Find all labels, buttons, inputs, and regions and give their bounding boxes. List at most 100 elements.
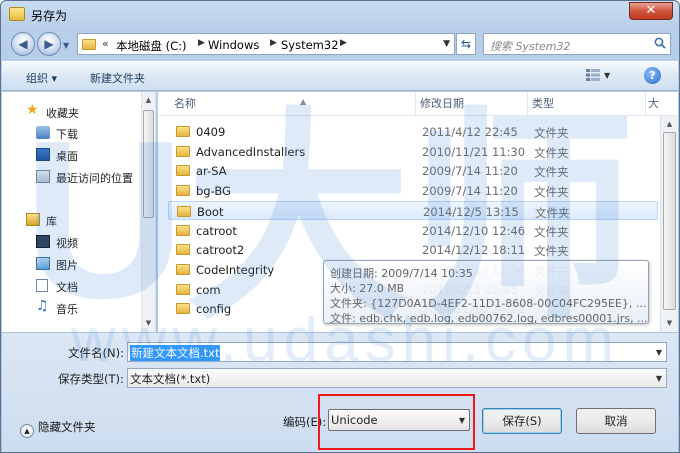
command-toolbar: 组织 ▾ 新建文件夹 ▼ ? (2, 61, 678, 91)
file-row[interactable]: catroot 2014/12/10 12:46 文件夹 (168, 221, 658, 240)
file-type: 文件夹 (534, 224, 569, 239)
help-button[interactable]: ? (644, 67, 661, 84)
title-bar[interactable]: 另存为 ✕ (1, 1, 679, 29)
folder-icon (176, 145, 190, 157)
file-row[interactable]: ar-SA 2009/7/14 11:20 文件夹 (168, 161, 658, 180)
file-date: 2014/12/5 13:15 (423, 204, 519, 219)
tooltip-size: 大小: 27.0 MB (330, 282, 405, 295)
file-row[interactable]: 0409 2011/4/12 22:45 文件夹 (168, 122, 658, 141)
file-name: Boot (197, 204, 224, 219)
file-date: 2010/11/21 11:30 (422, 144, 526, 159)
scroll-down-icon[interactable]: ▼ (142, 316, 155, 330)
address-dropdown-icon[interactable]: ▼ (443, 39, 450, 49)
nav-downloads[interactable]: 下载 (2, 123, 140, 143)
scroll-up-icon[interactable]: ▲ (142, 93, 155, 107)
file-row[interactable]: bg-BG 2009/7/14 11:20 文件夹 (168, 181, 658, 200)
documents-icon (36, 279, 48, 292)
file-type: 文件夹 (535, 205, 570, 220)
file-type: 文件夹 (534, 244, 569, 259)
file-name: catroot2 (196, 243, 245, 258)
views-dropdown-icon[interactable]: ▼ (604, 71, 610, 80)
back-button[interactable]: ◀ (11, 32, 35, 56)
file-date: 2014/12/12 18:11 (422, 243, 526, 258)
column-header-type[interactable]: 类型 (528, 92, 646, 116)
nav-music[interactable]: ♫ 音乐 (2, 298, 140, 318)
file-name: com (196, 282, 221, 297)
organize-menu[interactable]: 组织 ▾ (26, 70, 57, 86)
filename-input[interactable]: 新建文本文档.txt ▼ (127, 342, 667, 362)
column-header-name[interactable]: ▲ 名称 (170, 92, 416, 116)
folder-icon (176, 263, 190, 275)
file-date: 2011/4/12 22:45 (422, 125, 518, 139)
search-icon[interactable] (654, 37, 666, 49)
cancel-button[interactable]: 取消 (576, 408, 656, 434)
refresh-icon: ⇆ (460, 37, 472, 51)
address-bar[interactable]: « 本地磁盘 (C:) ▶ Windows ▶ System32 ▶ ▼ (77, 33, 455, 55)
nav-scrollbar[interactable]: ▲ ▼ (141, 92, 155, 332)
chevron-down-icon[interactable]: ▼ (656, 348, 662, 357)
nav-documents[interactable]: 文档 (2, 276, 140, 296)
breadcrumb-windows[interactable]: Windows (208, 38, 259, 52)
savetype-select[interactable]: 文本文档(*.txt) ▼ (127, 368, 667, 388)
new-folder-button[interactable]: 新建文件夹 (90, 70, 145, 86)
breadcrumb-separator-icon[interactable]: ▶ (198, 38, 205, 48)
pictures-icon (36, 257, 50, 270)
hide-folders-toggle[interactable]: ▲ 隐藏文件夹 (20, 419, 96, 438)
nav-recent-places[interactable]: 最近访问的位置 (2, 167, 142, 187)
address-row: ◀ ▶ ▼ « 本地磁盘 (C:) ▶ Windows ▶ System32 ▶… (1, 29, 679, 61)
close-button[interactable]: ✕ (629, 2, 673, 20)
nav-favorites[interactable]: ★ 收藏夹 (2, 102, 140, 122)
breadcrumb-separator-icon[interactable]: ▶ (340, 38, 347, 48)
file-name: ar-SA (196, 164, 227, 179)
filename-value: 新建文本文档.txt (130, 345, 221, 361)
file-type: 文件夹 (534, 165, 569, 180)
scroll-down-icon[interactable]: ▼ (661, 316, 678, 330)
savetype-label: 保存类型(T): (58, 372, 124, 386)
chevron-down-icon[interactable]: ▼ (656, 374, 662, 383)
nav-videos[interactable]: 视频 (2, 232, 140, 252)
history-dropdown-icon[interactable]: ▼ (63, 41, 69, 50)
sort-arrow-icon: ▲ (300, 97, 307, 106)
file-type: 文件夹 (534, 145, 569, 160)
folder-icon (176, 165, 190, 177)
file-name: bg-BG (196, 184, 231, 199)
scroll-up-icon[interactable]: ▲ (661, 117, 678, 131)
file-row[interactable]: AdvancedInstallers 2010/11/21 11:30 文件夹 (168, 142, 658, 161)
encoding-highlight-box (318, 394, 475, 450)
breadcrumb-system32[interactable]: System32 (281, 38, 339, 52)
save-button[interactable]: 保存(S) (482, 408, 562, 434)
file-name: catroot (196, 223, 237, 238)
nav-libraries[interactable]: 库 (2, 210, 140, 230)
breadcrumb-overflow[interactable]: « (102, 37, 109, 50)
download-icon (36, 126, 50, 139)
search-input[interactable]: 搜索 System32 (483, 33, 671, 55)
column-header-size[interactable]: 大 (646, 92, 660, 116)
recent-places-icon (36, 170, 50, 183)
nav-pictures[interactable]: 图片 (2, 254, 140, 274)
file-name: config (196, 302, 232, 317)
forward-button[interactable]: ▶ (37, 32, 61, 56)
desktop-icon (36, 148, 50, 161)
arrow-left-icon: ◀ (18, 37, 28, 51)
nav-scrollbar-thumb[interactable] (143, 110, 154, 218)
column-header-date[interactable]: 修改日期 (416, 92, 528, 116)
views-icon[interactable] (586, 69, 600, 81)
library-icon (26, 213, 40, 226)
folder-icon (176, 185, 190, 197)
music-icon: ♫ (36, 298, 49, 314)
video-icon (36, 235, 50, 248)
folder-icon (176, 224, 190, 236)
breadcrumb-separator-icon[interactable]: ▶ (270, 38, 277, 48)
file-row[interactable]: catroot2 2014/12/12 18:11 文件夹 (168, 240, 658, 259)
file-list-scrollbar[interactable]: ▲ ▼ (660, 116, 678, 332)
nav-desktop[interactable]: 桌面 (2, 145, 140, 165)
navigation-pane: ★ 收藏夹 下载 桌面 最近访问的位置 库 视频 图片 文档 ♫ 音乐 ▲ ▼ (2, 92, 156, 332)
file-date: 2009/7/14 11:20 (422, 184, 518, 199)
file-list-scrollbar-thumb[interactable] (663, 132, 676, 310)
file-row[interactable]: Boot 2014/12/5 13:15 文件夹 (168, 200, 658, 220)
folder-icon (176, 244, 190, 256)
breadcrumb-local-disk[interactable]: 本地磁盘 (C:) (116, 38, 187, 54)
refresh-button[interactable]: ⇆ (456, 33, 476, 55)
savetype-value: 文本文档(*.txt) (130, 372, 211, 386)
file-name: 0409 (196, 125, 226, 139)
